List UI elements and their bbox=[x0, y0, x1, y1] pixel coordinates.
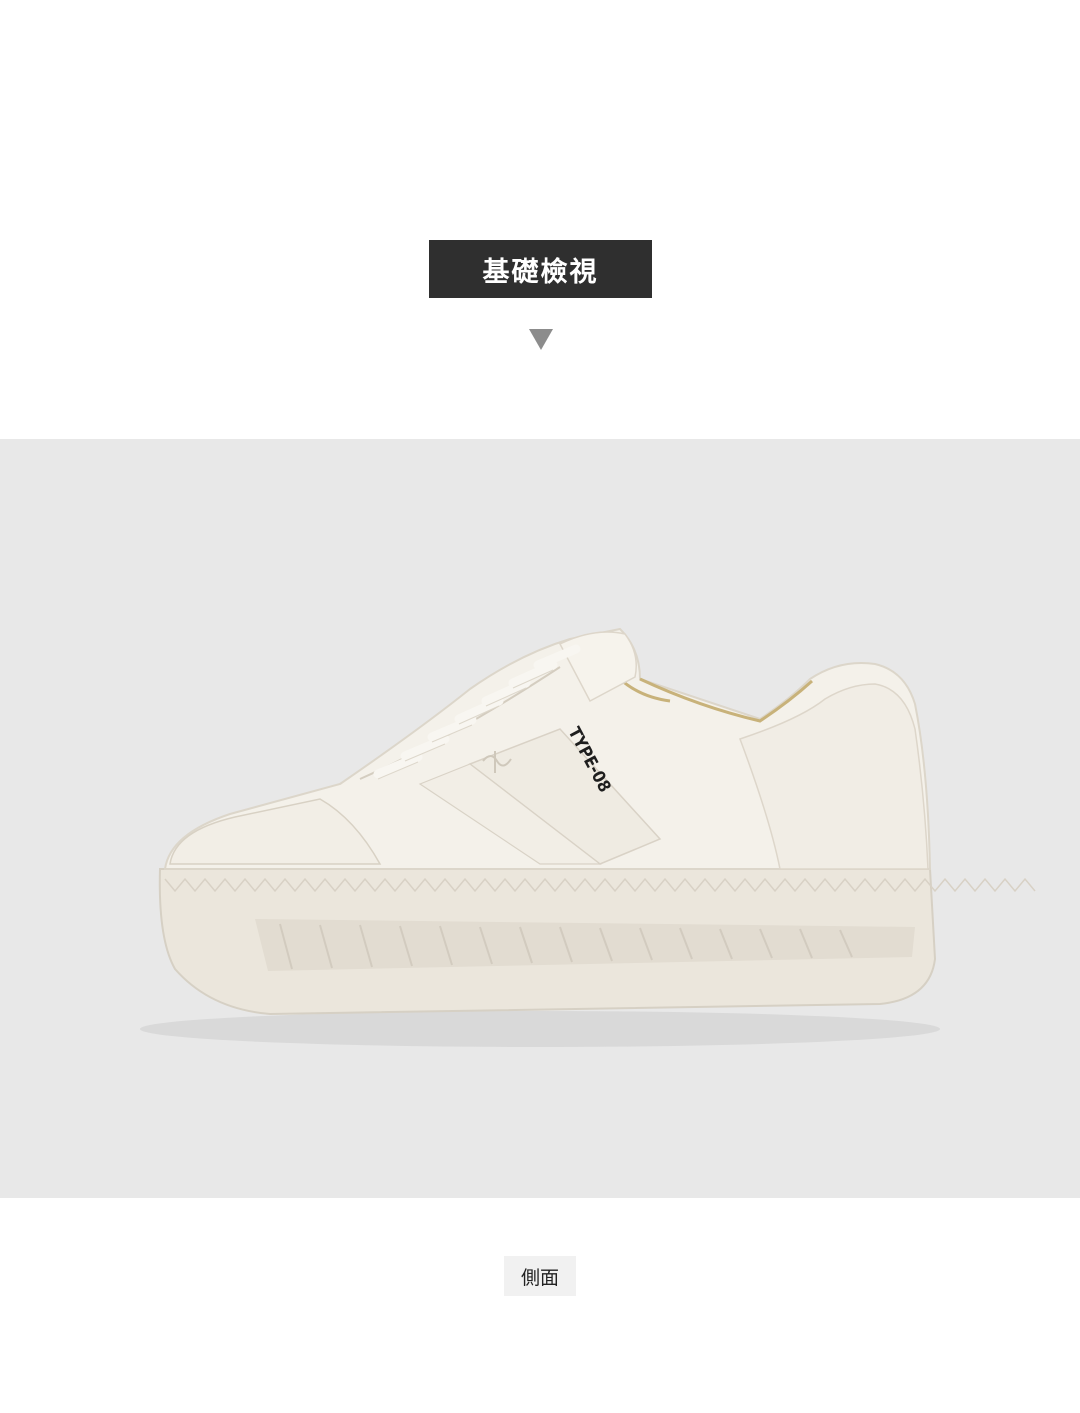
section-title: 基礎檢視 bbox=[482, 256, 599, 288]
triangle-down-icon bbox=[529, 329, 553, 350]
view-label: 側面 bbox=[520, 1266, 559, 1289]
shoe-shadow bbox=[140, 1011, 940, 1047]
product-photo: TYPE-08 bbox=[0, 439, 1080, 1198]
section-title-banner: 基礎檢視 bbox=[429, 240, 652, 298]
view-caption: 側面 bbox=[504, 1256, 576, 1296]
sneaker-illustration: TYPE-08 bbox=[140, 627, 1036, 1047]
